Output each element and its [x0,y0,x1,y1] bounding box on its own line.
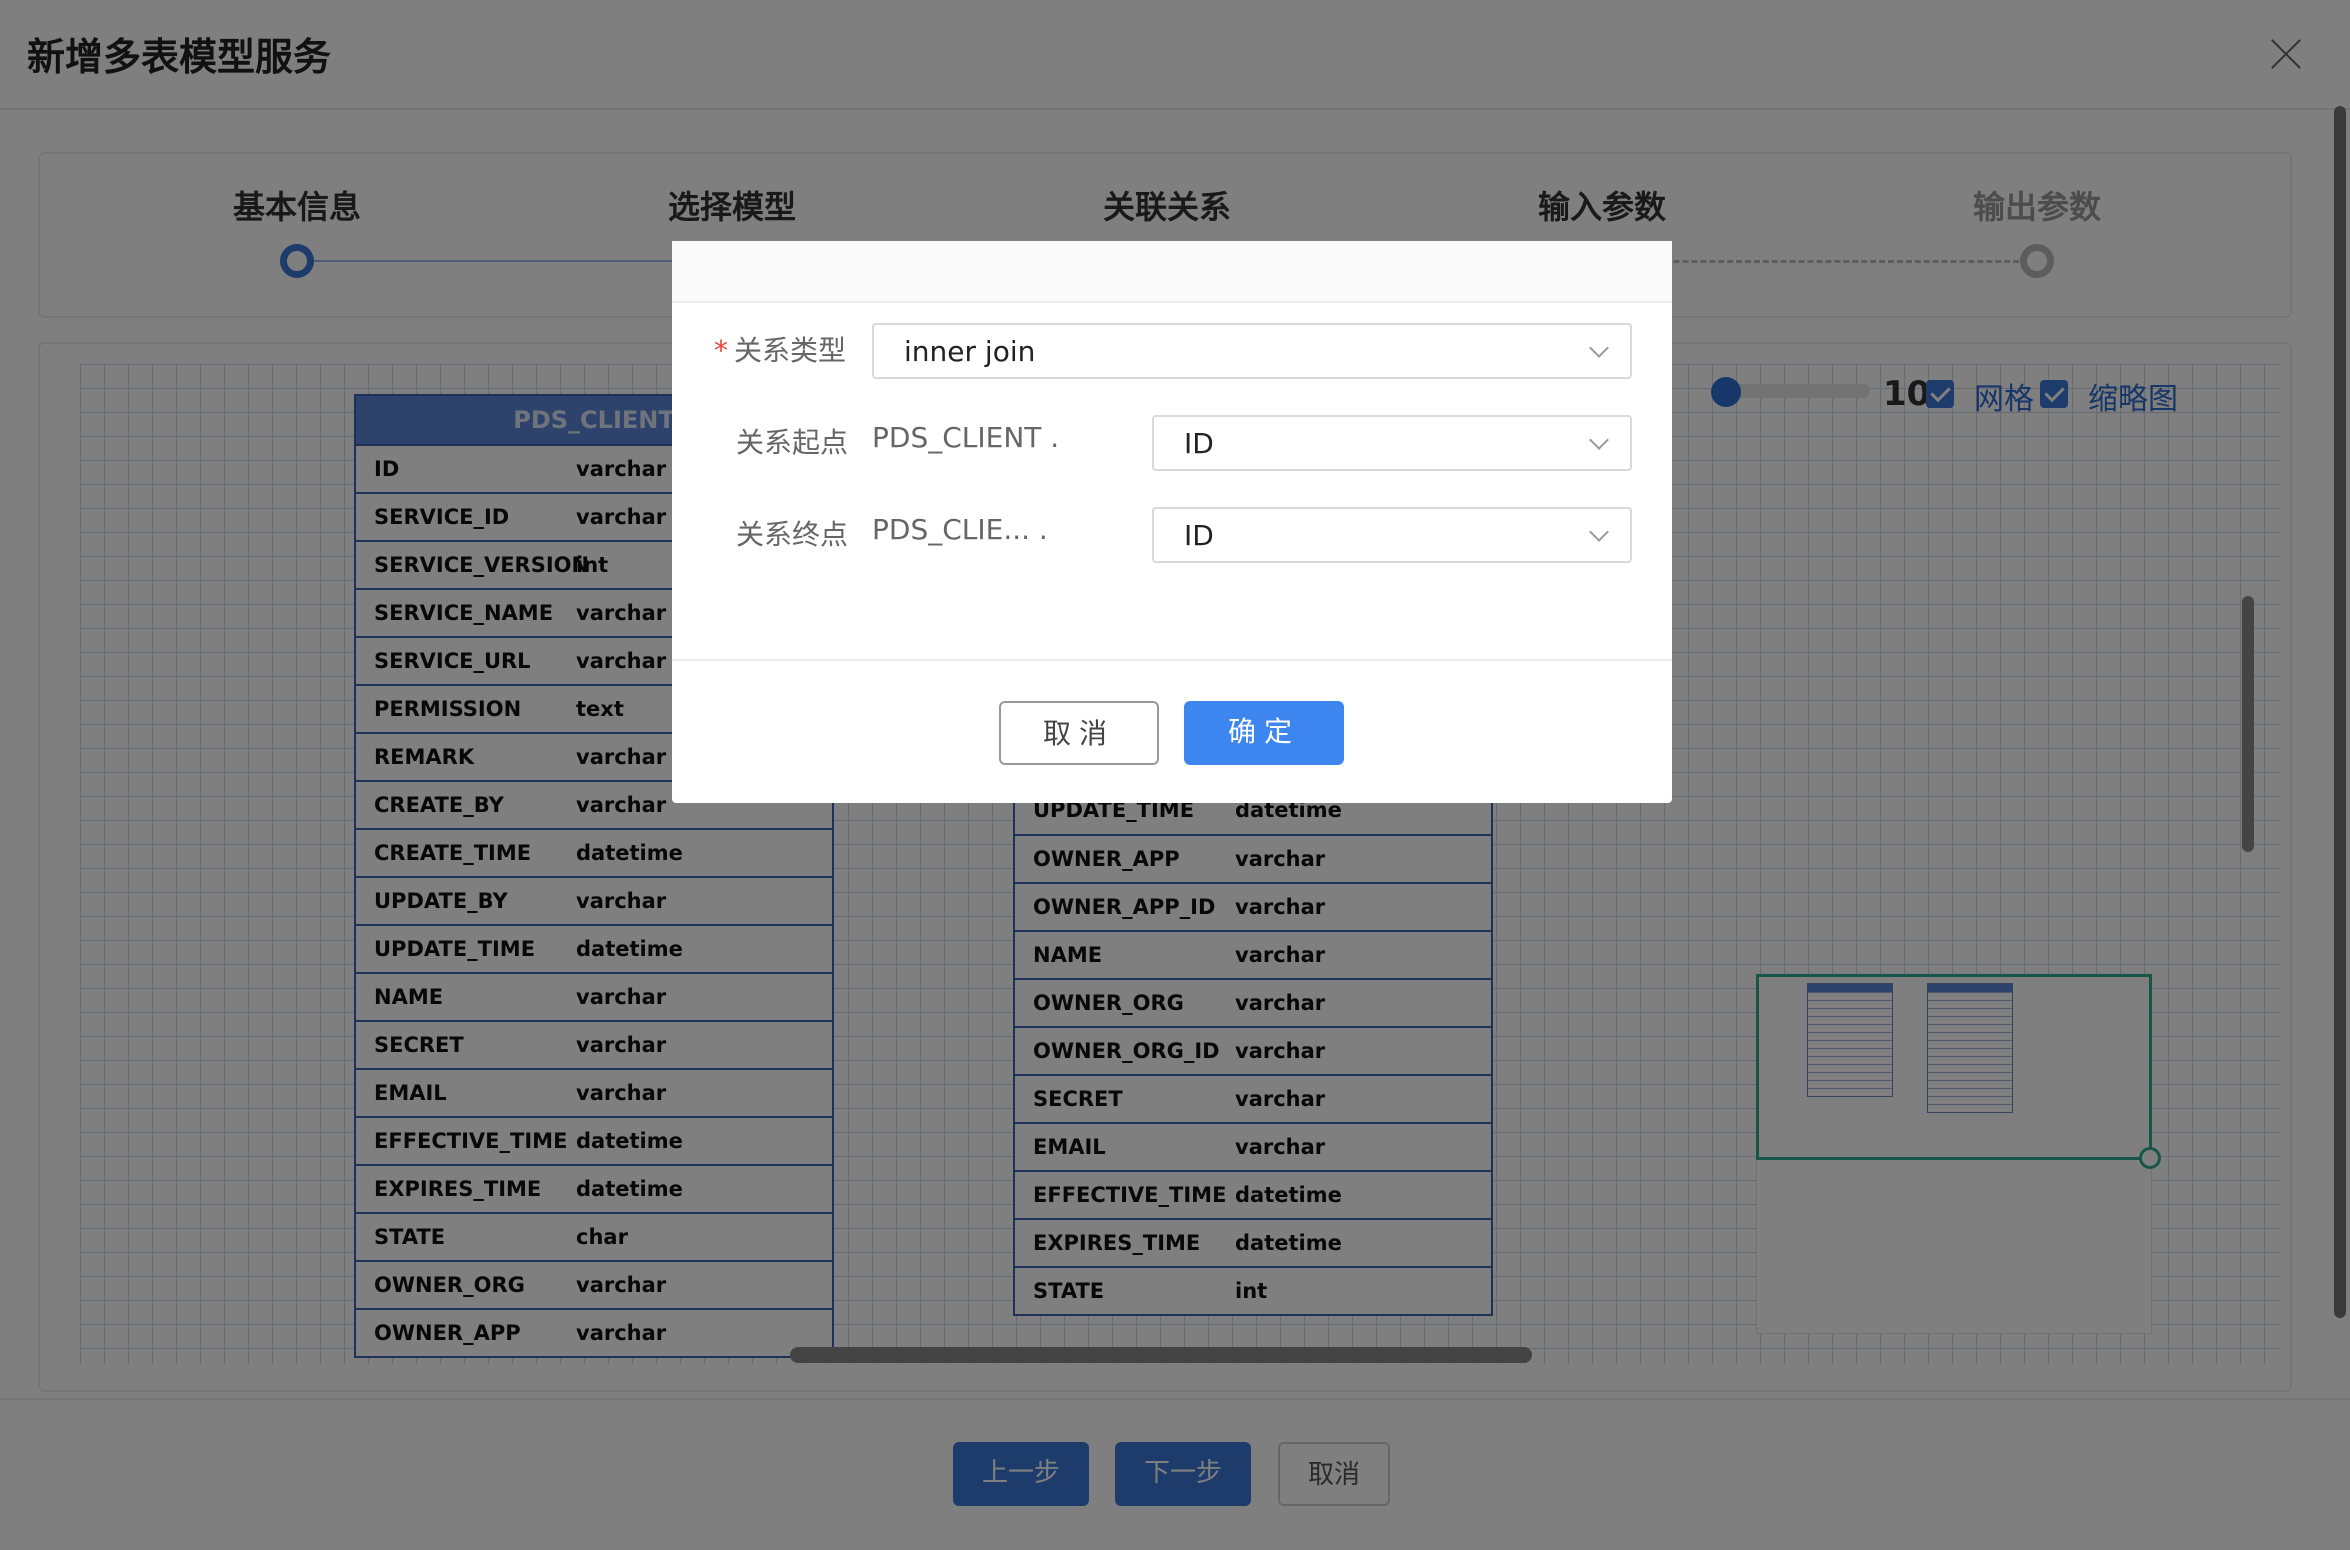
relation-type-label-text: 关系类型 [734,334,847,367]
relation-end-value: ID [1184,519,1214,552]
chevron-down-icon [1589,522,1609,542]
relation-type-value: inner join [904,335,1036,368]
required-mark: * [714,334,728,367]
chevron-down-icon [1589,338,1609,358]
modal-header [672,241,1672,303]
modal-divider [672,659,1672,661]
relation-modal: * 关系类型 inner join 关系起点 PDS_CLIENT . ID 关系… [672,241,1672,803]
relation-start-value: ID [1184,427,1214,460]
modal-cancel-button[interactable]: 取消 [999,701,1159,765]
relation-start-label: 关系起点 [736,426,849,459]
relation-end-table: PDS_CLIE... . [872,513,1048,546]
chevron-down-icon [1589,430,1609,450]
modal-ok-button[interactable]: 确定 [1184,701,1344,765]
relation-end-select[interactable]: ID [1152,507,1632,563]
relation-start-table: PDS_CLIENT . [872,421,1060,454]
relation-start-select[interactable]: ID [1152,415,1632,471]
relation-end-label: 关系终点 [736,518,849,551]
relation-type-label: * 关系类型 [714,329,846,369]
relation-type-select[interactable]: inner join [872,323,1632,379]
